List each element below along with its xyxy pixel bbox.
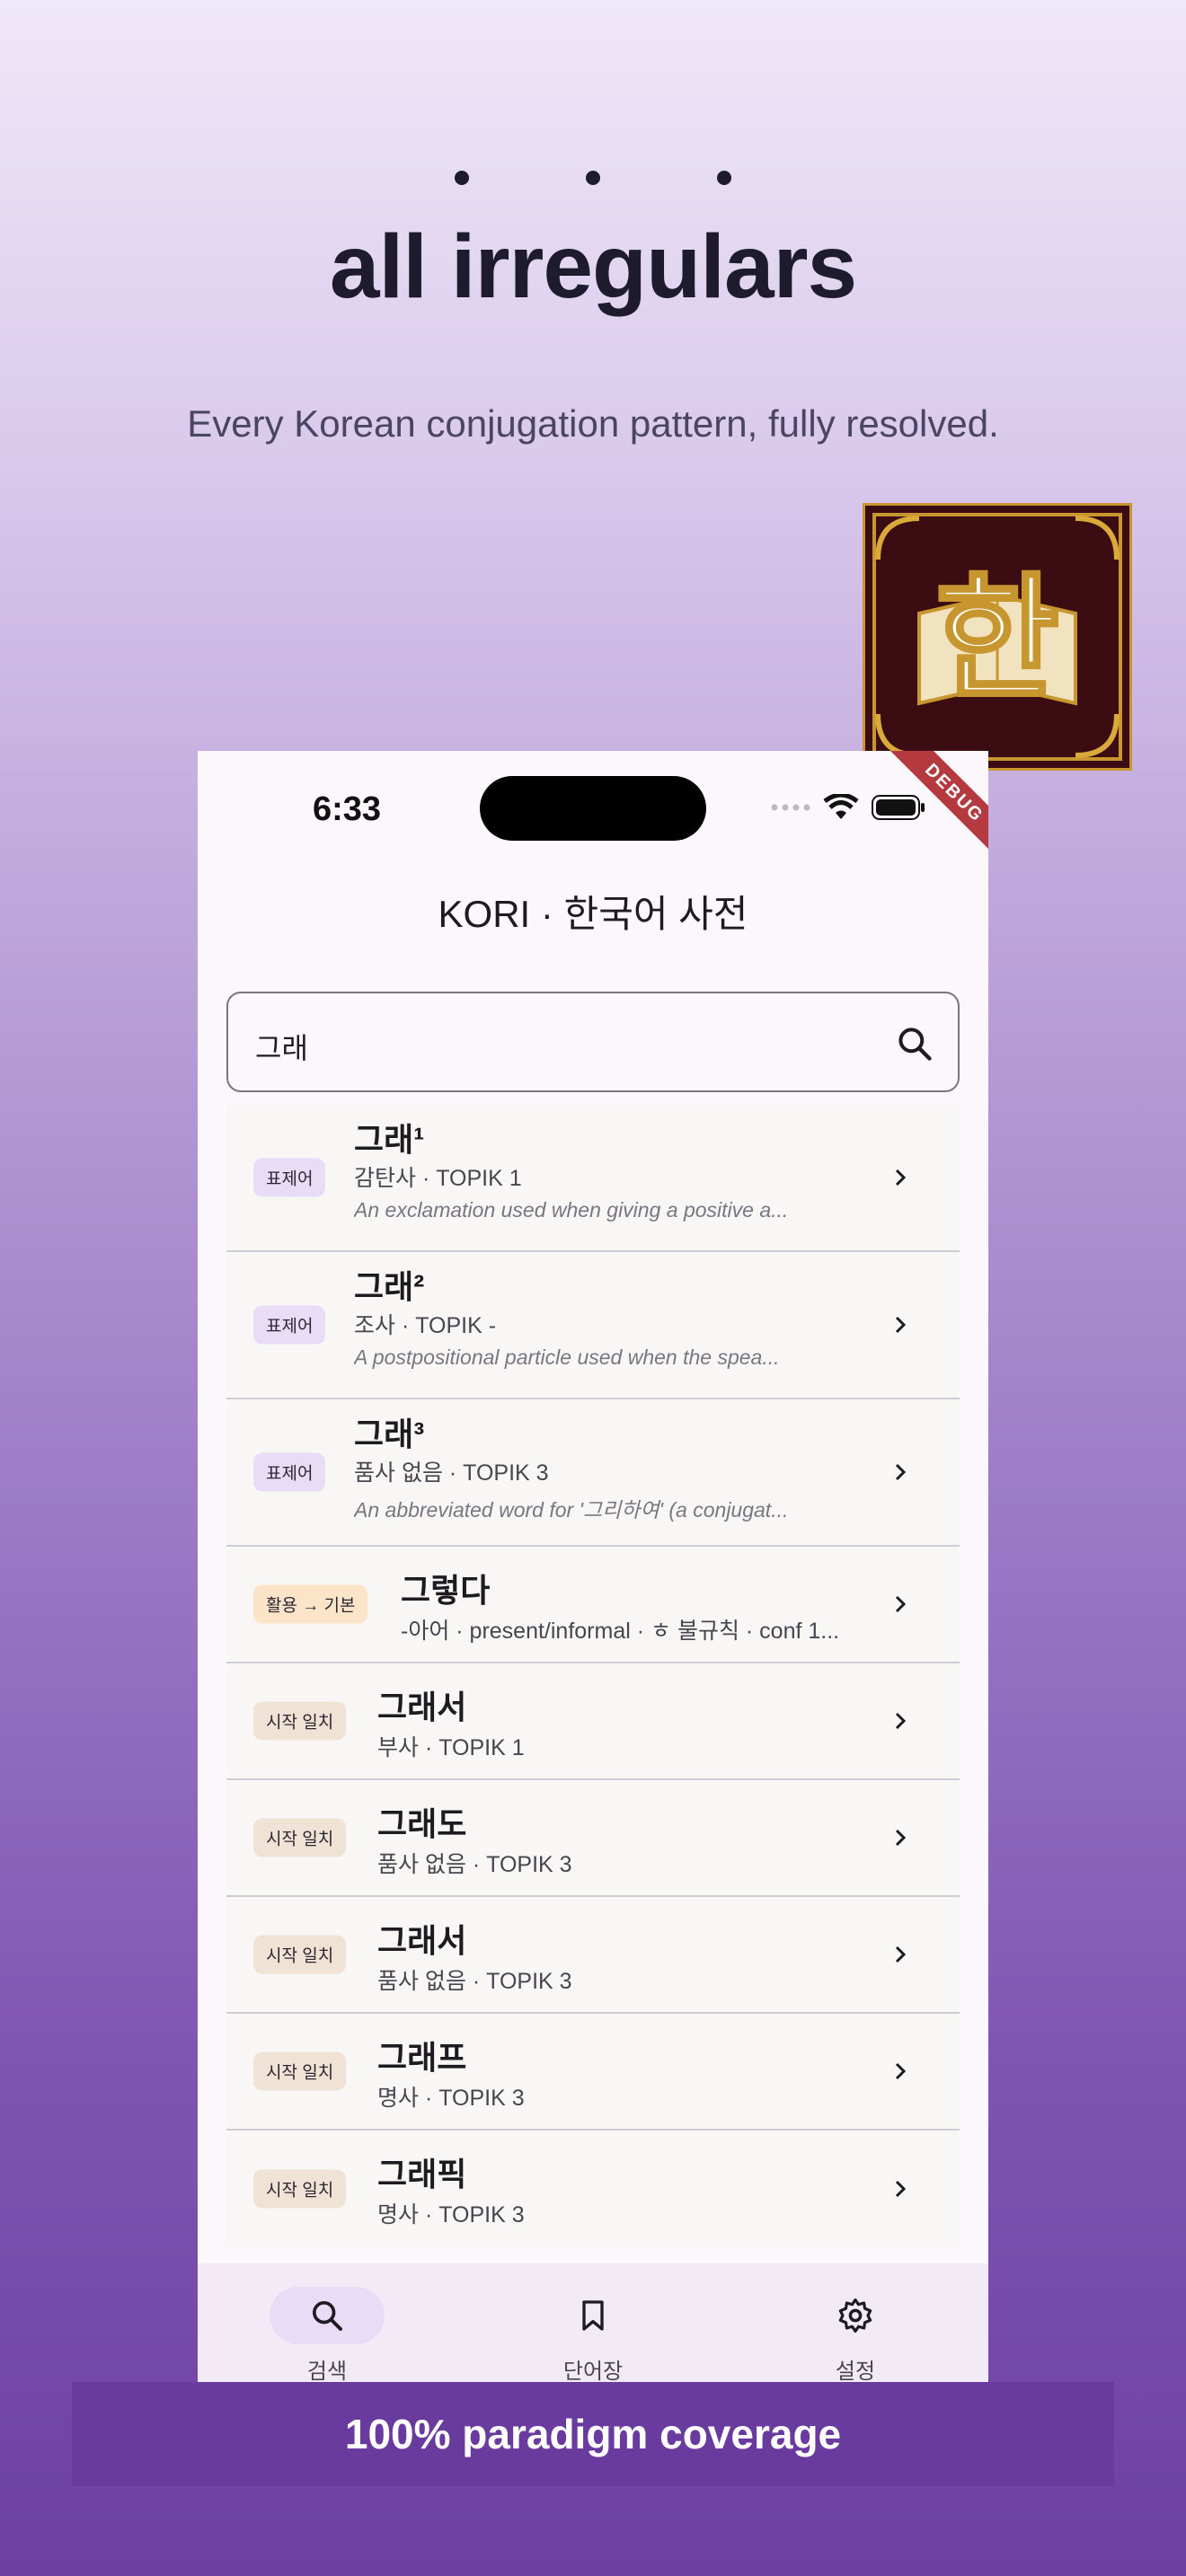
phone-screen: 6:33 DEBUG KORI · 한국어 사전 그래 표제어 그래¹ 감탄사 … [198, 751, 988, 2382]
entry-word: 그래도 [377, 1805, 467, 1842]
entry-word: 그래¹ [354, 1121, 425, 1158]
wifi-icon [823, 794, 859, 819]
entry-word: 그래서 [377, 1689, 467, 1725]
chevron-right-icon [895, 1945, 907, 1963]
entry-description: An exclamation used when giving a positi… [354, 1198, 789, 1222]
list-item[interactable]: 시작 일치 그래픽 명사 · TOPIK 3 [226, 2130, 960, 2247]
entry-meta: -아어 · present/informal · ㅎ 불규칙 · conf 1.… [401, 1619, 840, 1644]
promo-banner: 100% paradigm coverage [72, 2382, 1114, 2486]
status-bar: 6:33 DEBUG [198, 751, 988, 868]
nav-wordbook[interactable]: 단어장 [503, 2263, 683, 2382]
results-list: 표제어 그래¹ 감탄사 · TOPIK 1 An exclamation use… [226, 1105, 960, 2247]
search-icon[interactable] [895, 1024, 934, 1063]
list-item[interactable]: 시작 일치 그래서 부사 · TOPIK 1 [226, 1663, 960, 1780]
entry-meta: 명사 · TOPIK 3 [377, 2086, 525, 2111]
headword-badge: 표제어 [253, 1452, 326, 1492]
prefix-match-badge: 시작 일치 [253, 2169, 347, 2209]
entry-meta: 품사 없음 · TOPIK 3 [377, 1852, 572, 1877]
nav-label: 설정 [835, 2360, 876, 2382]
list-item[interactable]: 표제어 그래² 조사 · TOPIK - A postpositional pa… [226, 1252, 960, 1399]
chevron-right-icon [895, 1463, 907, 1481]
status-time: 6:33 [313, 790, 382, 828]
conjugation-badge: 활용 → 기본 [253, 1584, 368, 1624]
entry-word: 그렇다 [401, 1572, 491, 1609]
logo-glyph: 한 [935, 561, 1059, 718]
bookmark-icon [582, 2300, 604, 2331]
chevron-right-icon [895, 2062, 907, 2080]
entry-description: An abbreviated word for '그리하여' (a conjug… [354, 1498, 789, 1522]
entry-description: A postpositional particle used when the … [354, 1345, 780, 1369]
battery-icon [872, 795, 925, 820]
entry-meta: 부사 · TOPIK 1 [377, 1735, 525, 1760]
entry-word: 그래서 [377, 1922, 467, 1959]
nav-active-indicator [270, 2287, 385, 2344]
list-item[interactable]: 시작 일치 그래서 품사 없음 · TOPIK 3 [226, 1897, 960, 2014]
entry-word: 그래² [354, 1268, 425, 1305]
bottom-navigation: 검색 단어장 설정 [198, 2263, 988, 2382]
entry-meta: 감탄사 · TOPIK 1 [354, 1166, 522, 1191]
list-item[interactable]: 시작 일치 그래도 품사 없음 · TOPIK 3 [226, 1780, 960, 1897]
app-title: KORI · 한국어 사전 [438, 893, 748, 935]
gear-icon [838, 2298, 872, 2333]
promo-headline: all irregulars [329, 216, 857, 317]
nav-label: 검색 [306, 2360, 348, 2382]
nav-label: 단어장 [562, 2360, 624, 2382]
entry-meta: 품사 없음 · TOPIK 3 [377, 1969, 572, 1994]
list-item[interactable]: 활용 → 기본 그렇다 -아어 · present/informal · ㅎ 불… [226, 1547, 960, 1663]
nav-search[interactable]: 검색 [237, 2263, 417, 2382]
chevron-right-icon [895, 1169, 907, 1187]
status-icons [771, 794, 925, 821]
prefix-match-badge: 시작 일치 [253, 2051, 347, 2091]
dynamic-island [480, 776, 706, 841]
chevron-right-icon [895, 2180, 907, 2198]
chevron-right-icon [895, 1712, 907, 1730]
chevron-right-icon [895, 1829, 907, 1847]
promo-subhead: Every Korean conjugation pattern, fully … [187, 402, 999, 445]
search-icon [313, 2301, 342, 2331]
prefix-match-badge: 시작 일치 [253, 1701, 347, 1741]
prefix-match-badge: 시작 일치 [253, 1935, 347, 1974]
entry-word: 그래프 [377, 2039, 467, 2076]
entry-meta: 명사 · TOPIK 3 [377, 2202, 525, 2228]
list-item[interactable]: 표제어 그래¹ 감탄사 · TOPIK 1 An exclamation use… [226, 1105, 960, 1252]
entry-word: 그래³ [354, 1416, 425, 1452]
list-item[interactable]: 시작 일치 그래프 명사 · TOPIK 3 [226, 2014, 960, 2130]
page-indicator-dots [0, 171, 1186, 185]
entry-meta: 품사 없음 · TOPIK 3 [354, 1460, 549, 1486]
entry-meta: 조사 · TOPIK - [354, 1313, 497, 1338]
entry-word: 그래픽 [377, 2156, 467, 2192]
chevron-right-icon [895, 1595, 907, 1613]
prefix-match-badge: 시작 일치 [253, 1818, 347, 1857]
search-input[interactable]: 그래 [226, 992, 960, 1092]
signal-icon [771, 804, 810, 811]
app-logo: 한 [863, 503, 1132, 771]
list-item[interactable]: 표제어 그래³ 품사 없음 · TOPIK 3 An abbreviated w… [226, 1399, 960, 1547]
nav-settings[interactable]: 설정 [766, 2263, 945, 2382]
headword-badge: 표제어 [253, 1158, 326, 1197]
chevron-right-icon [895, 1316, 907, 1334]
search-value[interactable]: 그래 [255, 1026, 308, 1067]
headword-badge: 표제어 [253, 1305, 326, 1345]
